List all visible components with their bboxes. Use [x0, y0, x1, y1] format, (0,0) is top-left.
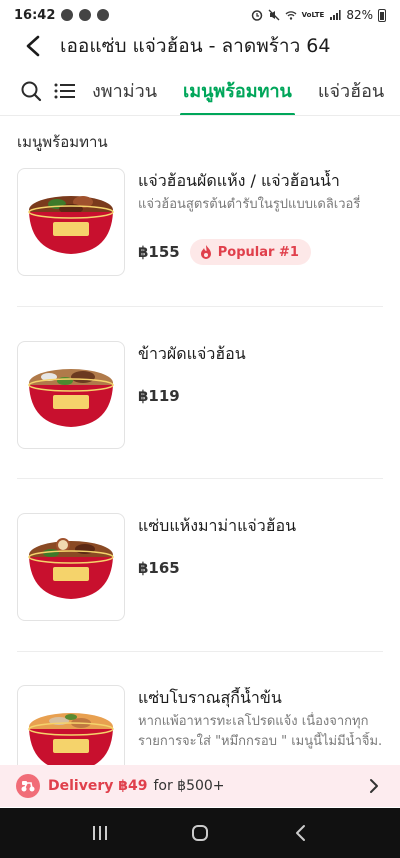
- fire-icon: [200, 245, 211, 259]
- home-icon: [192, 825, 208, 841]
- search-button[interactable]: [14, 71, 48, 111]
- divider: [17, 306, 383, 307]
- popular-badge: Popular #1: [189, 239, 311, 265]
- search-icon: [21, 81, 42, 101]
- menu-item-description-line2: รายการจะใส่ "หมึกกรอบ " เมนูนี้ไม่มีน้ำจ…: [138, 734, 383, 749]
- chevron-right-icon: [364, 776, 384, 796]
- page-title: เออแซ่บ แจ่วฮ้อน - ลาดพร้าว 64: [60, 35, 331, 57]
- chat-notification-icon: [97, 9, 110, 21]
- alarm-icon: [251, 10, 262, 21]
- food-bowl-image: [28, 538, 114, 599]
- system-navigation-bar: [0, 808, 400, 858]
- status-time: 16:42: [14, 7, 56, 23]
- divider: [17, 478, 383, 479]
- menu-item[interactable]: แจ่วฮ้อนผัดแห้ง / แจ่วฮ้อนน้ำ แจ่วฮ้อนสู…: [17, 168, 383, 276]
- delivery-fee-label: Delivery ฿49: [48, 778, 148, 794]
- menu-item[interactable]: แซ่บแห้งมาม่าแจ่วฮ้อน ฿165: [17, 513, 383, 621]
- category-list-button[interactable]: [48, 71, 82, 111]
- menu-item[interactable]: ข้าวผัดแจ่วฮ้อน ฿119: [17, 341, 383, 449]
- menu-item-name: แซ่บแห้งมาม่าแจ่วฮ้อน: [138, 516, 297, 535]
- section-title: เมนูพร้อมทาน: [17, 133, 108, 151]
- list-icon: [54, 83, 75, 98]
- menu-item-name: แซ่บโบราณสุกี้น้ำข้น: [138, 688, 282, 707]
- battery-icon: [378, 8, 386, 22]
- wifi-icon: [285, 11, 297, 20]
- menu-item-image: [17, 168, 125, 276]
- delivery-threshold-label: for ฿500+: [153, 778, 225, 794]
- mute-icon: [268, 9, 280, 21]
- signal-icon: [330, 10, 341, 20]
- battery-percent: 82%: [346, 8, 373, 22]
- tab-ready-meals[interactable]: เมนูพร้อมทาน: [170, 66, 305, 115]
- line-notification-icon: [61, 9, 74, 21]
- delivery-scooter-icon: [16, 774, 40, 798]
- food-bowl-image: [28, 196, 114, 254]
- menu-item-price: ฿155: [138, 243, 180, 261]
- divider: [17, 651, 383, 652]
- menu-item-price: ฿165: [138, 559, 180, 577]
- popular-badge-label: Popular #1: [217, 244, 299, 260]
- recent-apps-icon: [93, 826, 107, 840]
- mail-notification-icon: [79, 9, 92, 21]
- tab-previous-category[interactable]: งพาม่วน: [92, 66, 170, 115]
- menu-item-description: หากแพ้อาหารทะเลโปรดแจ้ง เนื่องจากทุก: [138, 714, 369, 729]
- back-arrow-icon: [26, 35, 40, 57]
- category-tabs: งพาม่วน เมนูพร้อมทาน แจ่วฮ้อน: [0, 66, 400, 116]
- menu-item-name: ข้าวผัดแจ่วฮ้อน: [138, 344, 246, 363]
- menu-item-description: แจ่วฮ้อนสูตรต้นตำรับในรูปแบบเดลิเวอรี่: [138, 197, 361, 212]
- delivery-promo-banner[interactable]: Delivery ฿49 for ฿500+: [0, 765, 400, 807]
- menu-item-name: แจ่วฮ้อนผัดแห้ง / แจ่วฮ้อนน้ำ: [138, 171, 340, 190]
- tab-jaew-hon[interactable]: แจ่วฮ้อน: [305, 66, 397, 115]
- menu-item-image: [17, 341, 125, 449]
- network-label: VoLTE: [301, 11, 325, 19]
- recent-apps-button[interactable]: [80, 813, 120, 853]
- header: เออแซ่บ แจ่วฮ้อน - ลาดพร้าว 64: [0, 30, 400, 62]
- home-button[interactable]: [180, 813, 220, 853]
- food-bowl-image: [28, 369, 114, 427]
- menu-item-image: [17, 513, 125, 621]
- menu-item-price: ฿119: [138, 387, 180, 405]
- back-button[interactable]: [12, 30, 56, 62]
- system-back-button[interactable]: [280, 813, 320, 853]
- status-bar: 16:42 VoLTE 82%: [0, 0, 400, 30]
- system-back-icon: [296, 825, 305, 841]
